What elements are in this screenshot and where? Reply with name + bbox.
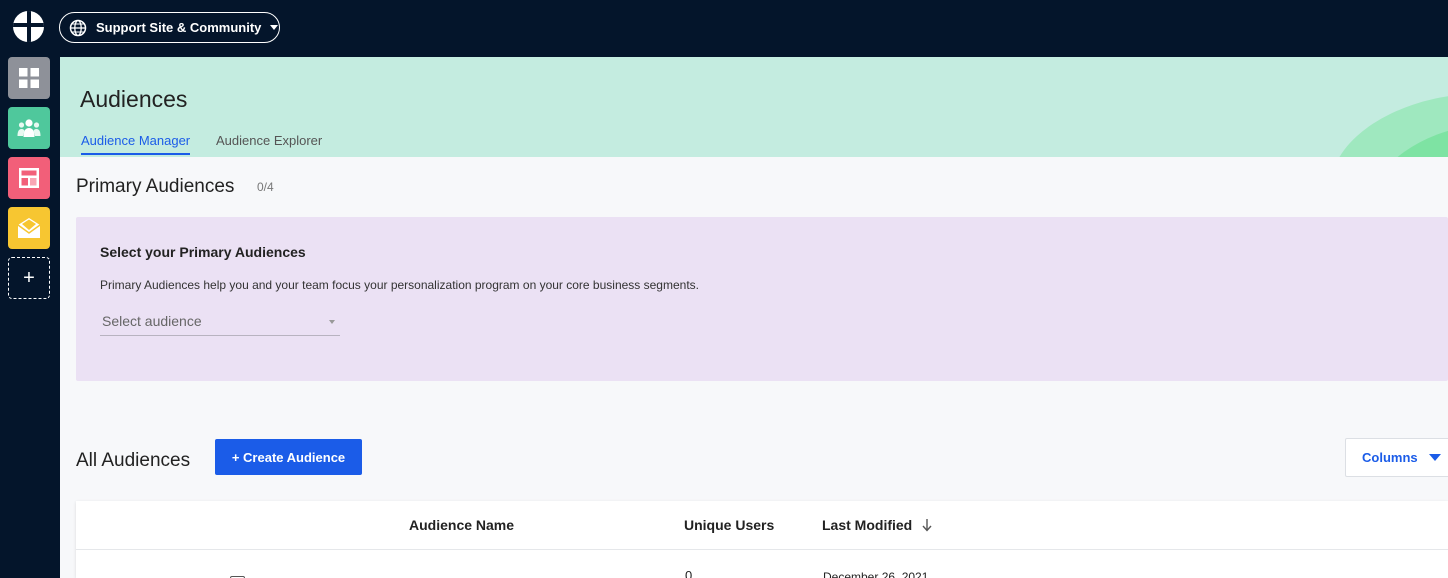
grid-icon <box>19 68 39 88</box>
site-selector-label: Support Site & Community <box>96 20 262 35</box>
rail-item-layout[interactable] <box>8 157 50 199</box>
column-header-modified[interactable]: Last Modified <box>822 517 912 533</box>
columns-label: Columns <box>1362 450 1418 465</box>
left-rail: + <box>0 57 60 578</box>
page-header: Audiences Audience Manager Audience Expl… <box>60 57 1448 157</box>
column-header-users[interactable]: Unique Users <box>684 517 774 533</box>
mail-icon <box>17 218 41 238</box>
create-audience-button[interactable]: + Create Audience <box>215 439 362 475</box>
chevron-down-icon <box>329 320 335 324</box>
plus-icon: + <box>23 266 35 289</box>
layout-icon <box>19 168 39 188</box>
rail-item-email[interactable] <box>8 207 50 249</box>
tab-audience-explorer[interactable]: Audience Explorer <box>216 133 322 148</box>
row-unique-users: 0 <box>685 568 693 578</box>
row-audience-name[interactable]: … <box>476 574 489 578</box>
top-bar: Support Site & Community <box>0 0 1448 57</box>
primary-audiences-card: Select your Primary Audiences Primary Au… <box>76 217 1448 381</box>
all-audiences-title: All Audiences <box>76 450 191 471</box>
rail-item-add[interactable]: + <box>8 257 50 299</box>
rail-item-audiences[interactable] <box>8 107 50 149</box>
chevron-down-icon <box>270 25 279 30</box>
table-row[interactable]: … 0 December 26, 2021 <box>76 550 1448 578</box>
optimizely-logo[interactable] <box>13 11 44 42</box>
audience-select[interactable]: Select audience <box>100 311 340 336</box>
row-last-modified: December 26, 2021 <box>823 570 929 578</box>
card-heading: Select your Primary Audiences <box>100 244 306 260</box>
primary-audiences-count: 0/4 <box>257 180 274 194</box>
page-title: Audiences <box>80 86 188 112</box>
audiences-table: Audience Name Unique Users Last Modified… <box>76 501 1448 578</box>
chevron-down-icon <box>1428 454 1441 461</box>
primary-audiences-title: Primary Audiences <box>76 176 235 197</box>
card-description: Primary Audiences help you and your team… <box>100 278 699 292</box>
columns-button[interactable]: Columns <box>1345 438 1448 477</box>
tab-audience-manager[interactable]: Audience Manager <box>81 133 191 155</box>
site-selector[interactable]: Support Site & Community <box>59 12 280 43</box>
audience-select-placeholder: Select audience <box>102 313 202 329</box>
column-header-name[interactable]: Audience Name <box>409 517 514 533</box>
people-icon <box>17 119 41 137</box>
rail-item-dashboard[interactable] <box>8 57 50 99</box>
arrow-down-icon[interactable] <box>920 517 934 533</box>
globe-icon <box>69 19 87 36</box>
